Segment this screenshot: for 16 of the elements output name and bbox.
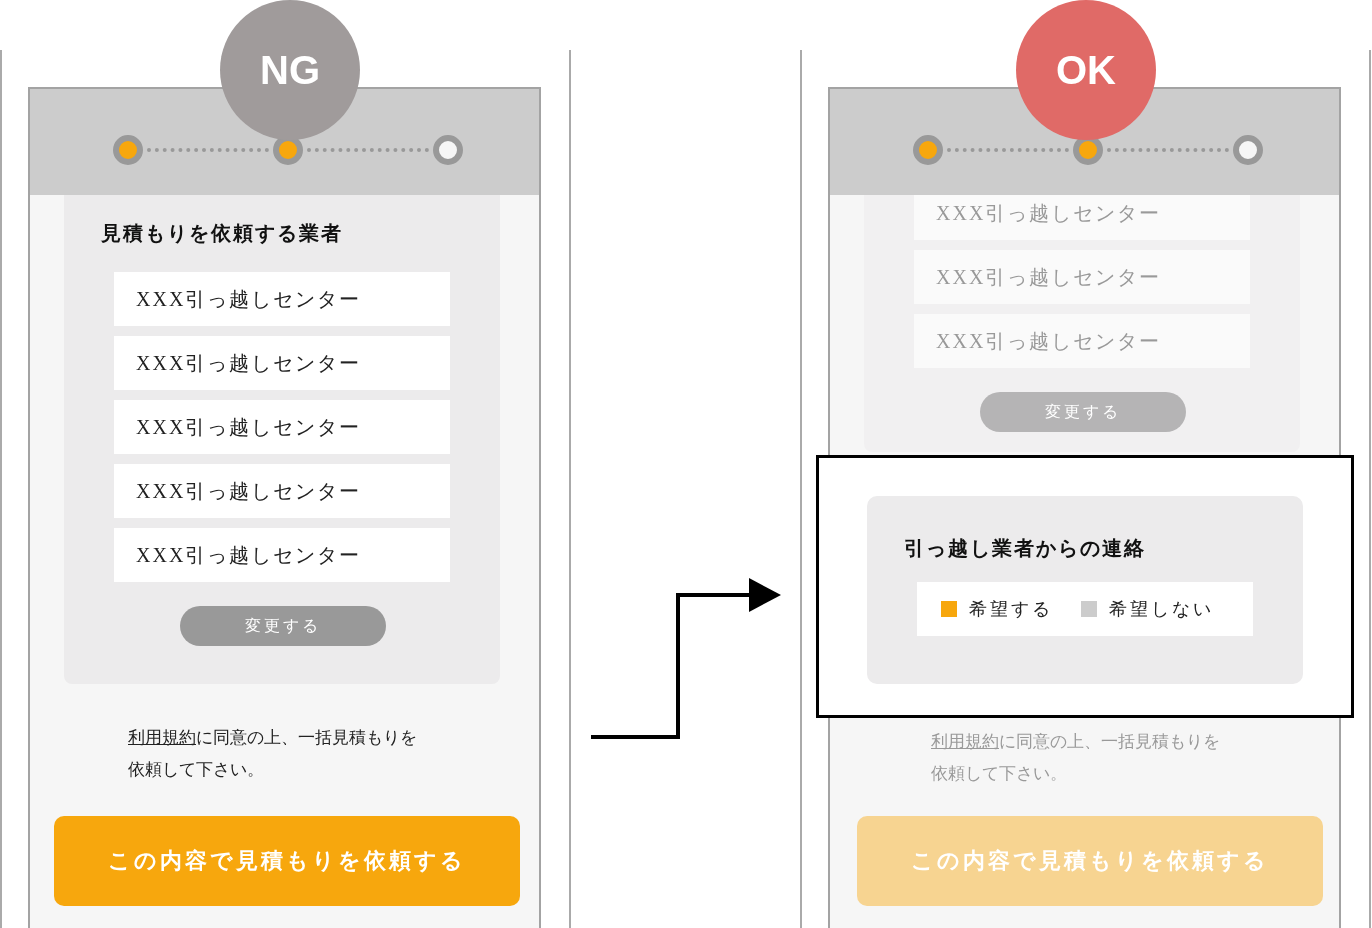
vendor-item[interactable]: XXX引っ越しセンター [114,336,450,390]
option-label[interactable]: 希望しない [1109,597,1214,621]
vendor-item[interactable]: XXX引っ越しセンター [114,464,450,518]
vendor-item[interactable]: XXX引っ越しセンター [114,400,450,454]
option-label[interactable]: 希望する [969,597,1053,621]
terms-text: 利用規約に同意の上、一括見積もりを依頼して下さい。 [128,726,418,781]
section-title: 見積もりを依頼する業者 [101,221,343,245]
section-title: 引っ越し業者からの連絡 [904,536,1146,560]
terms-link[interactable]: 利用規約 [128,727,196,747]
option-checkbox[interactable] [941,601,957,617]
terms-text: 利用規約に同意の上、一括見積もりを依頼して下さい。 [931,730,1221,785]
badge: OK [1016,0,1156,140]
option-checkbox[interactable] [1081,601,1097,617]
badge: NG [220,0,360,140]
vendor-item[interactable]: XXX引っ越しセンター [114,272,450,326]
vendor-item[interactable]: XXX引っ越しセンター [114,528,450,582]
